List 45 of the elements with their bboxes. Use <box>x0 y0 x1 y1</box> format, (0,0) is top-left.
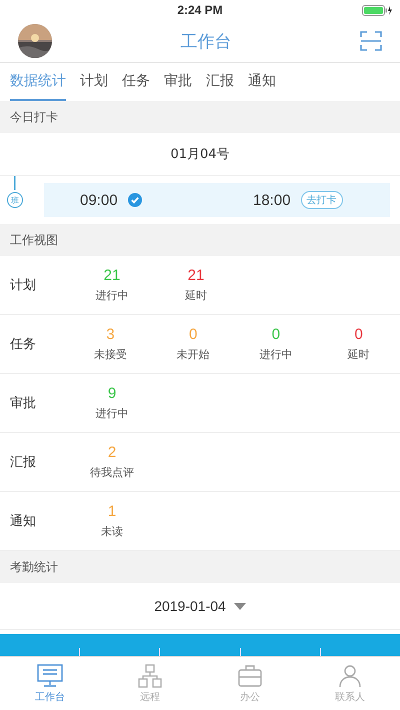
date-picker[interactable]: 2019-01-04 <box>154 598 226 614</box>
stat-value: 2 <box>108 444 116 461</box>
stat-caption: 延时 <box>185 288 207 303</box>
shift-badge: 班 <box>7 192 23 208</box>
scan-icon[interactable] <box>360 31 382 51</box>
monitor-icon <box>37 664 63 688</box>
stat-caption: 进行中 <box>259 347 292 362</box>
row-label: 汇报 <box>9 454 37 471</box>
section-header: 考勤统计 <box>0 551 400 583</box>
tab[interactable]: 任务 <box>122 63 150 101</box>
stat-value: 0 <box>272 326 280 343</box>
stat-caption: 未接受 <box>94 347 127 362</box>
punch-time: 09:00 <box>80 192 118 208</box>
stat-value: 0 <box>189 326 198 343</box>
stat-value: 21 <box>104 267 120 284</box>
punch-time: 18:00 <box>253 192 291 208</box>
stat-value: 21 <box>188 267 204 284</box>
page-title: 工作台 <box>180 30 232 52</box>
row-label: 审批 <box>9 395 37 412</box>
status-time: 2:24 PM <box>177 3 223 17</box>
stat-value: 9 <box>108 385 116 402</box>
person-icon <box>337 664 363 688</box>
row-label: 计划 <box>9 277 37 294</box>
tab[interactable]: 通知 <box>248 63 276 101</box>
stat-caption: 延时 <box>348 347 370 362</box>
section-header: 工作视图 <box>0 224 400 256</box>
row-label: 通知 <box>9 513 37 530</box>
stat-caption: 进行中 <box>96 406 128 421</box>
tab[interactable]: 审批 <box>164 63 192 101</box>
dropdown-icon[interactable] <box>234 602 246 610</box>
stat-value: 3 <box>106 326 115 343</box>
stat-caption: 未开始 <box>176 347 210 362</box>
stat-value: 0 <box>354 326 363 343</box>
tab[interactable]: 汇报 <box>206 63 234 101</box>
stat-value: 1 <box>108 503 116 520</box>
date-label: 01月04号 <box>170 146 230 163</box>
stat-caption: 进行中 <box>96 288 128 303</box>
network-icon <box>137 664 163 688</box>
stat-caption: 未读 <box>101 524 123 539</box>
stat-caption: 待我点评 <box>90 465 134 480</box>
tab[interactable]: 计划 <box>80 63 108 101</box>
briefcase-icon <box>237 664 263 688</box>
battery-icon <box>362 5 392 16</box>
section-header: 今日打卡 <box>0 101 400 133</box>
row-label: 任务 <box>9 336 37 353</box>
